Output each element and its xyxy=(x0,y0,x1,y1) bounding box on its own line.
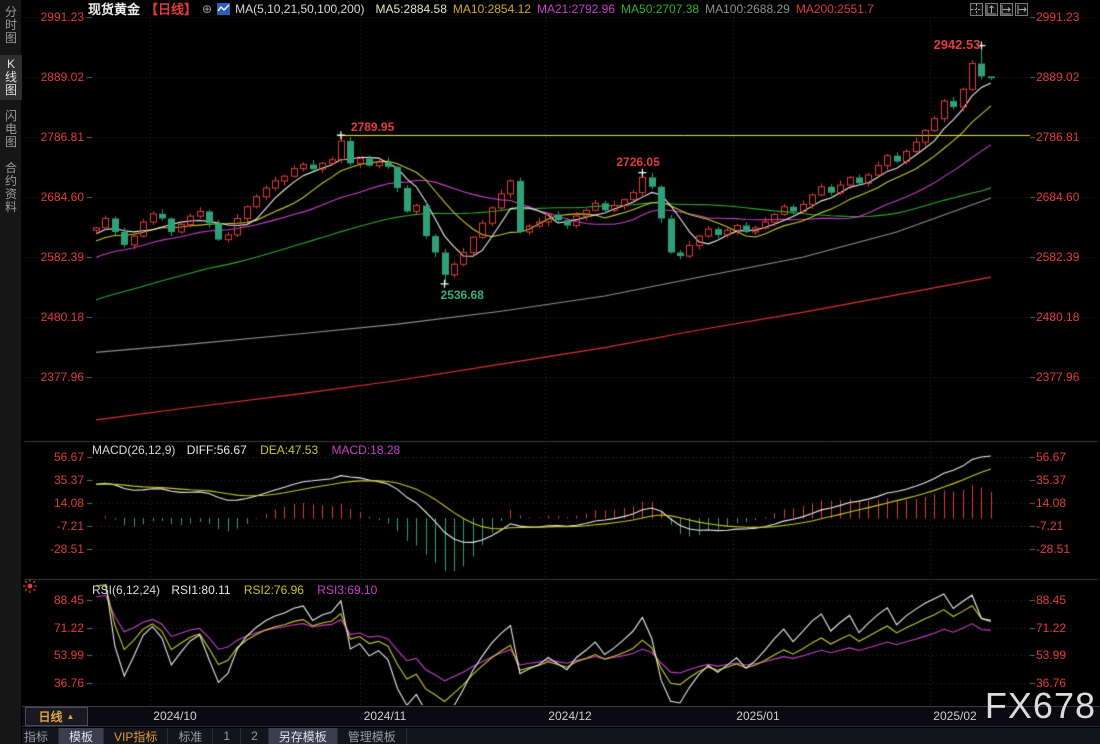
rsi-title: RSI(6,12,24) xyxy=(92,583,161,597)
x-axis-label: 2024/11 xyxy=(363,709,407,723)
sidebar-tab-K线图[interactable]: K线图 xyxy=(0,55,22,100)
y-axis-label: 2480.18 xyxy=(40,310,84,324)
ma-value: MA21:2792.96 xyxy=(536,1,616,16)
price-annotation: 2942.53 xyxy=(933,36,981,52)
y-axis-label: 14.08 xyxy=(1036,496,1067,510)
x-axis-label: 2025/01 xyxy=(736,709,780,723)
y-axis-label: 2377.96 xyxy=(1036,370,1080,384)
price-annotation: 2789.95 xyxy=(350,120,395,135)
ma-group-label: MA(5,10,21,50,100,200) xyxy=(235,1,365,16)
circle-plus-icon[interactable]: ⊕ xyxy=(202,2,212,16)
rsi-header: RSI(6,12,24) RSI1:80.11 RSI2:76.96 RSI3:… xyxy=(92,583,377,597)
x-axis-label: 2024/12 xyxy=(548,709,592,723)
y-axis-label: 35.37 xyxy=(1036,473,1067,487)
bottom-menu: 指标 模板 VIP指标 标准 1 2 另存模板 管理模板 xyxy=(0,728,1100,744)
y-axis-label: 2684.60 xyxy=(1036,190,1080,204)
menu-item-另存模板[interactable]: 另存模板 xyxy=(268,728,338,744)
y-axis-label: 56.67 xyxy=(53,449,84,464)
ma-values: MA5:2884.58 MA10:2854.12 MA21:2792.96 MA50:… xyxy=(370,2,874,16)
y-axis-label: 88.45 xyxy=(53,593,84,607)
menu-item-VIP指标[interactable]: VIP指标 xyxy=(104,728,169,744)
macd-header: MACD(26,12,9) DIFF:56.67 DEA:47.53 MACD:… xyxy=(92,443,400,457)
chart-plot[interactable] xyxy=(0,0,1100,744)
macd-title: MACD(26,12,9) xyxy=(92,443,176,457)
y-axis-label: 2582.39 xyxy=(1036,250,1080,264)
x-axis-label: 2024/10 xyxy=(153,709,197,723)
y-axis-label: 14.08 xyxy=(53,496,84,510)
sidebar-tab-分时图[interactable]: 分时图 xyxy=(0,3,22,48)
macd-diff-value: DIFF:56.67 xyxy=(186,443,247,457)
y-axis-label: 2991.23 xyxy=(40,10,84,24)
app-window: 现货黄金 【日线】 ⊕ MA(5,10,21,50,100,200) MA5:2… xyxy=(0,0,1100,744)
chart-style-icon[interactable] xyxy=(217,2,231,15)
menu-item-模板[interactable]: 模板 xyxy=(59,728,105,744)
y-axis-label: 53.99 xyxy=(1036,648,1067,662)
y-axis-label: 2480.18 xyxy=(1036,310,1080,324)
macd-dea-value: DEA:47.53 xyxy=(260,443,319,457)
menu-item-1[interactable]: 1 xyxy=(213,728,242,744)
y-axis-label: 36.76 xyxy=(53,675,84,690)
y-axis-label: 2582.39 xyxy=(40,250,84,264)
symbol-name: 现货黄金 xyxy=(88,2,141,17)
crosshair-icon[interactable] xyxy=(970,3,983,16)
ma-value: MA200:2551.7 xyxy=(795,1,874,16)
watermark: FX678 xyxy=(984,685,1096,726)
menu-item-2[interactable]: 2 xyxy=(241,728,269,744)
y-axis-label: 71.22 xyxy=(1036,620,1067,635)
period-tag: 【日线】 xyxy=(145,2,198,17)
y-axis-left: 2991.23 2889.02 2786.81 2684.60 2582.39 2480.… xyxy=(24,0,86,744)
rsi1-value: RSI1:80.11 xyxy=(171,583,231,597)
y-axis-label: 88.45 xyxy=(1036,593,1067,607)
zoom-vertical-icon[interactable] xyxy=(985,3,998,16)
y-axis-label: 2684.60 xyxy=(40,190,84,204)
y-axis-label: 35.37 xyxy=(53,473,84,487)
rsi3-value: RSI3:69.10 xyxy=(317,583,378,597)
y-axis-label: 2889.02 xyxy=(40,70,84,84)
y-axis-label: 71.22 xyxy=(53,620,84,635)
shift-right-icon[interactable] xyxy=(1015,3,1028,16)
ma-value: MA5:2884.58 xyxy=(375,1,447,16)
x-axis-label: 2025/02 xyxy=(933,709,977,723)
y-axis-label: -7.21 xyxy=(1036,519,1064,533)
ma-value: MA50:2707.38 xyxy=(621,1,700,16)
y-axis-label: -28.51 xyxy=(1036,542,1071,556)
price-annotation: 2726.05 xyxy=(616,154,660,169)
y-axis-label: 2889.02 xyxy=(1036,70,1080,84)
header-toolbar xyxy=(970,3,1028,16)
y-axis-label: 2377.96 xyxy=(40,370,84,384)
sidebar-tab-闪电图[interactable]: 闪电图 xyxy=(0,107,22,152)
chart-type-sidebar: 分时图 K线图闪电图合约资料 xyxy=(0,0,22,744)
chart-header: 现货黄金 【日线】 ⊕ MA(5,10,21,50,100,200) MA5:2… xyxy=(0,0,1100,18)
y-axis-label: 2991.23 xyxy=(1036,10,1080,24)
menu-item-管理模板[interactable]: 管理模板 xyxy=(338,728,407,744)
y-axis-label: 2786.81 xyxy=(40,130,84,144)
sidebar-tab-合约资料[interactable]: 合约资料 xyxy=(0,159,22,217)
y-axis-label: -7.21 xyxy=(56,519,84,533)
y-axis-label: 2786.81 xyxy=(1036,130,1080,144)
zoom-horizontal-icon[interactable] xyxy=(1000,3,1013,16)
price-annotation: 2536.68 xyxy=(440,287,484,302)
ma-value: MA100:2688.29 xyxy=(705,1,790,16)
y-axis-right: 2991.23 2889.02 2786.81 2684.60 2582.39 2480.… xyxy=(1036,0,1098,744)
y-axis-label: -28.51 xyxy=(49,542,84,556)
x-axis-row: 日线 ▲ 2024/10 2024/11 2024/12 2025/01 2025/02 xyxy=(0,706,1100,727)
rsi2-value: RSI2:76.96 xyxy=(243,583,304,597)
y-axis-label: 53.99 xyxy=(53,648,84,662)
menu-item-标准[interactable]: 标准 xyxy=(168,728,214,744)
macd-value: MACD:18.28 xyxy=(331,443,401,457)
y-axis-label: 56.67 xyxy=(1036,449,1067,464)
ma-value: MA10:2854.12 xyxy=(452,1,531,16)
rsi-live-icon[interactable] xyxy=(22,578,38,599)
